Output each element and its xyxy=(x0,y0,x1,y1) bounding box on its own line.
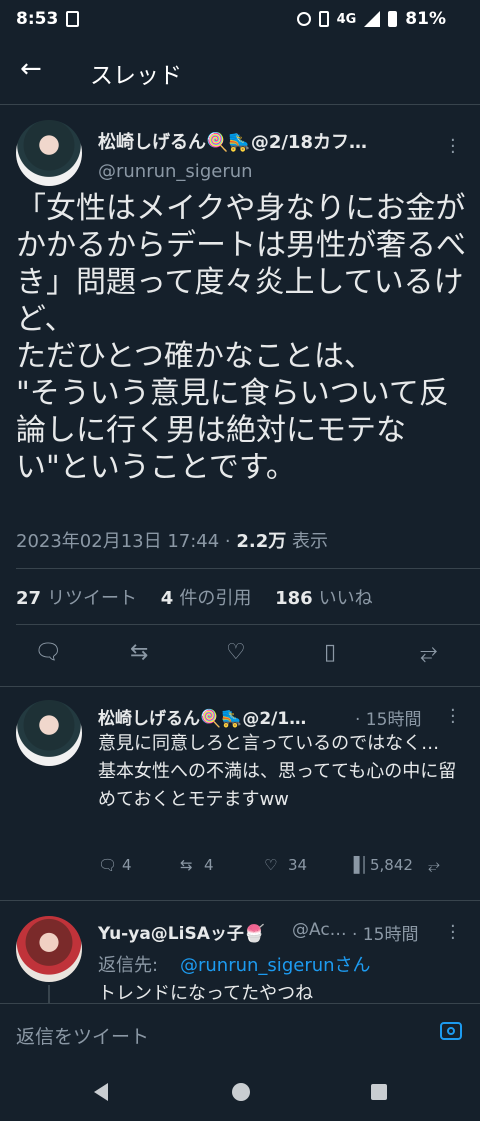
divider xyxy=(0,686,480,687)
share-icon[interactable]: ⥂ xyxy=(428,856,440,874)
author-handle[interactable]: @runrun_sigerun xyxy=(98,161,253,182)
like-count: 34 xyxy=(288,856,308,874)
thread-line xyxy=(48,985,50,1003)
avatar[interactable] xyxy=(16,700,82,766)
tweet-stats: 27 リツイート 4 件の引用 186 いいね xyxy=(16,584,373,610)
reply-icon[interactable]: 🗨 xyxy=(34,640,62,665)
reply-input[interactable]: 返信をツイート xyxy=(16,1022,149,1049)
compose-bar: 返信をツイート xyxy=(0,1003,480,1064)
reply-author-name[interactable]: Yu-ya@LiSAッ子🍧 xyxy=(98,919,265,944)
divider xyxy=(0,900,480,901)
status-icons: 4G 81% xyxy=(296,9,446,29)
bookmark-icon[interactable]: ▯ xyxy=(324,640,336,665)
page-title: スレッド xyxy=(90,63,182,89)
camera-icon[interactable] xyxy=(440,1022,462,1040)
tweet-meta: 2023年02月13日 17:44 · 2.2万 表示 xyxy=(16,527,328,553)
more-options-icon[interactable]: · · · xyxy=(450,132,456,162)
reply-count: 4 xyxy=(122,856,132,874)
nav-recents-icon[interactable] xyxy=(371,1084,387,1100)
network-type: 4G xyxy=(336,11,357,27)
retweets-label[interactable]: リツイート xyxy=(47,588,137,609)
like-icon[interactable]: ♡ xyxy=(264,856,277,874)
more-options-icon[interactable]: · · · xyxy=(450,702,456,732)
share-icon[interactable]: ⥂ xyxy=(420,640,438,665)
reply-text: 意見に同意しろと言っているのではなく… 基本女性への不満は、思ってても心の中に留… xyxy=(98,733,457,810)
top-bar: ← スレッド xyxy=(0,40,480,105)
likes-label[interactable]: いいね xyxy=(319,588,373,609)
battery-icon xyxy=(388,11,398,27)
retweet-icon[interactable]: ⇆ xyxy=(130,640,148,665)
tweet-text: 「女性はメイクや身なりにお金がかかるからデートは男性が奢るべき」問題って度々炎上… xyxy=(16,191,466,485)
tweet-timestamp: 2023年02月13日 17:44 · xyxy=(16,531,231,552)
battery-percent: 81% xyxy=(405,9,446,29)
like-icon[interactable]: ♡ xyxy=(226,640,246,665)
avatar[interactable] xyxy=(16,916,82,982)
clipboard-icon xyxy=(66,11,79,27)
reply-time: · 15時間 xyxy=(352,925,419,945)
views-label: 表示 xyxy=(292,531,329,552)
retweet-count: 4 xyxy=(204,856,214,874)
avatar[interactable] xyxy=(16,120,82,186)
author-name[interactable]: 松崎しげるん🍭🛼@2/18カフ… xyxy=(98,128,367,154)
retweets-count[interactable]: 27 xyxy=(16,588,41,609)
signal-icon xyxy=(364,11,381,27)
status-bar: 8:53 4G 81% xyxy=(0,0,480,40)
retweet-icon[interactable]: ⇆ xyxy=(180,856,193,874)
alarm-icon xyxy=(296,12,311,26)
likes-count[interactable]: 186 xyxy=(275,588,313,609)
reply-to-handle[interactable]: @runrun_sigerunさん xyxy=(180,951,371,977)
reply-to-label: 返信先: xyxy=(98,955,159,976)
views-count: 5,842 xyxy=(370,856,413,874)
nav-back-icon[interactable] xyxy=(94,1083,108,1101)
more-options-icon[interactable]: · · · xyxy=(450,918,456,948)
back-arrow-icon[interactable]: ← xyxy=(20,54,42,84)
divider xyxy=(16,624,480,625)
divider xyxy=(16,568,480,569)
reply-author-handle[interactable]: @Ac… xyxy=(292,920,347,940)
views-count: 2.2万 xyxy=(236,531,287,552)
nav-home-icon[interactable] xyxy=(232,1083,250,1101)
system-nav-bar xyxy=(0,1063,480,1121)
tweet-actions: 🗨 ⇆ ♡ ▯ ⥂ xyxy=(0,640,480,670)
status-time: 8:53 xyxy=(16,9,59,29)
views-icon[interactable]: ▐│ xyxy=(348,856,369,874)
reply-author-name[interactable]: 松崎しげるん🍭🛼@2/1… xyxy=(98,704,306,729)
quotes-label[interactable]: 件の引用 xyxy=(179,588,251,609)
reply-time: · 15時間 xyxy=(355,710,422,730)
quotes-count[interactable]: 4 xyxy=(161,588,174,609)
reply-actions: 🗨 4 ⇆ 4 ♡ 34 ▐│ 5,842 ⥂ xyxy=(98,856,458,878)
vibrate-icon xyxy=(318,11,329,27)
reply-icon[interactable]: 🗨 xyxy=(98,856,117,874)
